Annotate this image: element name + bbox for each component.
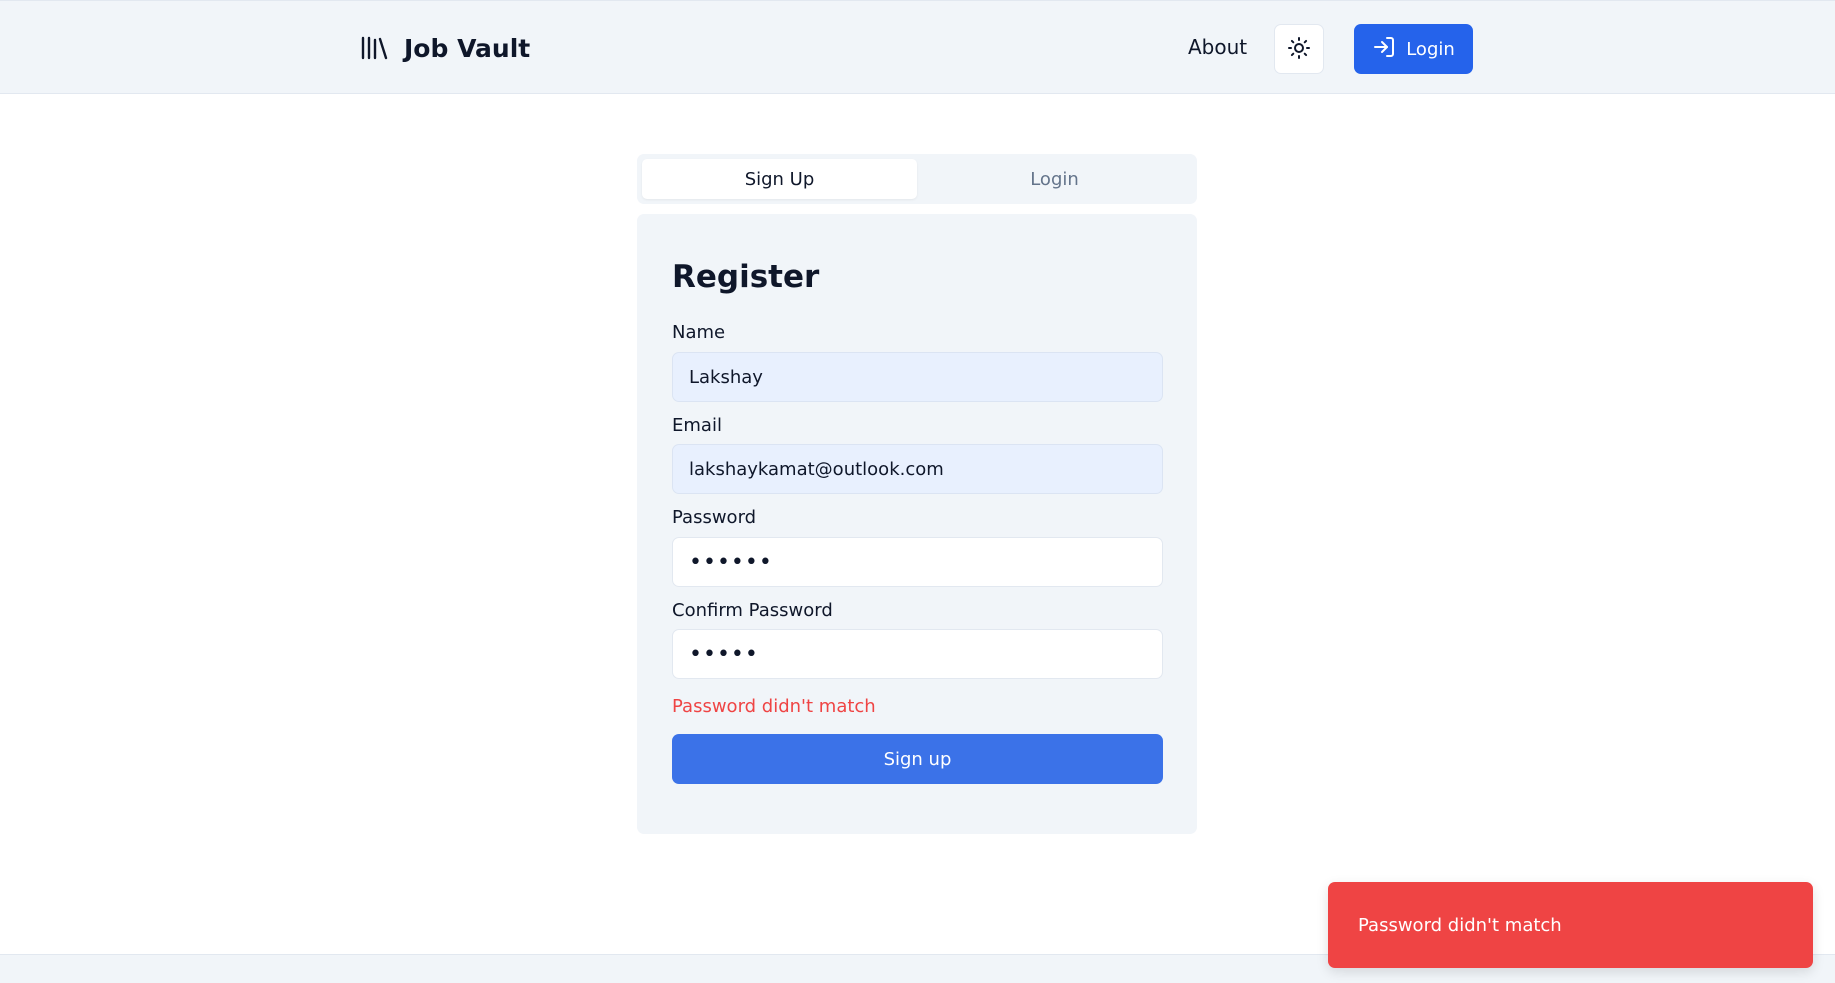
theme-toggle-button[interactable] xyxy=(1274,24,1324,74)
password-label: Password xyxy=(672,507,757,528)
library-icon xyxy=(360,35,388,61)
password-field[interactable] xyxy=(672,537,1163,587)
name-label: Name xyxy=(672,322,726,343)
header-login-label: Login xyxy=(1406,38,1455,60)
sun-icon xyxy=(1287,36,1311,63)
error-toast[interactable]: Password didn't match xyxy=(1328,882,1813,968)
brand-name: Job Vault xyxy=(404,33,531,63)
tab-sign-up[interactable]: Sign Up xyxy=(642,159,917,199)
confirm-password-label: Confirm Password xyxy=(672,600,833,621)
register-title: Register xyxy=(672,259,820,295)
top-navbar: Job Vault About Login xyxy=(0,0,1835,94)
nav-about-link[interactable]: About xyxy=(1188,35,1247,59)
log-in-icon xyxy=(1372,35,1396,64)
confirm-password-field[interactable] xyxy=(672,629,1163,679)
toast-message: Password didn't match xyxy=(1358,914,1562,936)
password-mismatch-error: Password didn't match xyxy=(672,696,876,717)
tab-login[interactable]: Login xyxy=(917,159,1192,199)
header-login-button[interactable]: Login xyxy=(1354,24,1473,74)
name-field[interactable] xyxy=(672,352,1163,402)
auth-tabs: Sign Up Login xyxy=(637,154,1197,204)
sign-up-button[interactable]: Sign up xyxy=(672,734,1163,784)
email-field[interactable] xyxy=(672,444,1163,494)
email-label: Email xyxy=(672,415,722,436)
brand[interactable]: Job Vault xyxy=(360,31,530,65)
register-card: Register Name Email Password Confirm Pas… xyxy=(637,214,1197,834)
